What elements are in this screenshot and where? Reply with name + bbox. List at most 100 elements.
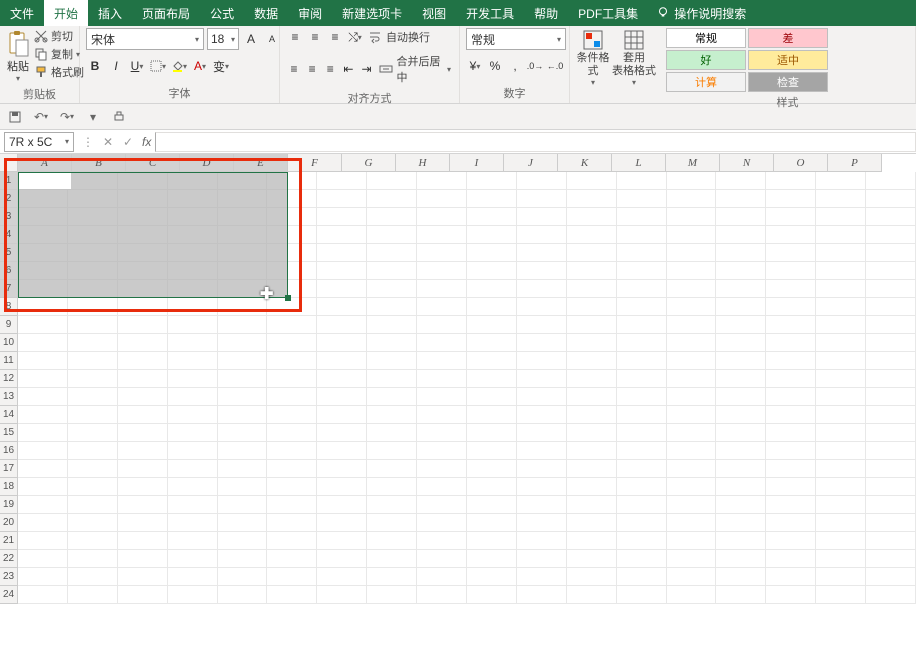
row-header[interactable]: 1	[0, 172, 18, 190]
percent-button[interactable]: %	[486, 57, 504, 75]
cell[interactable]	[617, 172, 667, 190]
cell[interactable]	[567, 334, 617, 352]
cell[interactable]	[168, 352, 218, 370]
cell[interactable]	[367, 478, 417, 496]
bold-button[interactable]: B	[86, 57, 104, 75]
cell[interactable]	[517, 208, 567, 226]
cell[interactable]	[766, 208, 816, 226]
cell[interactable]	[168, 532, 218, 550]
cell[interactable]	[716, 262, 766, 280]
cell[interactable]	[168, 550, 218, 568]
italic-button[interactable]: I	[107, 57, 125, 75]
cell[interactable]	[667, 388, 717, 406]
cell[interactable]	[68, 316, 118, 334]
cell[interactable]	[267, 514, 317, 532]
row-header[interactable]: 20	[0, 514, 18, 532]
cell[interactable]	[567, 298, 617, 316]
font-name-combo[interactable]: 宋体 ▾	[86, 28, 204, 50]
cell[interactable]	[617, 532, 667, 550]
cell[interactable]	[467, 244, 517, 262]
cell[interactable]	[417, 532, 467, 550]
cell[interactable]	[816, 478, 866, 496]
cell[interactable]	[617, 442, 667, 460]
row-header[interactable]: 23	[0, 568, 18, 586]
cell[interactable]	[467, 262, 517, 280]
col-header[interactable]: G	[342, 154, 396, 172]
cell[interactable]	[866, 460, 916, 478]
cell[interactable]	[367, 388, 417, 406]
tab-review[interactable]: 审阅	[288, 0, 332, 26]
cell[interactable]	[367, 550, 417, 568]
cell[interactable]	[617, 406, 667, 424]
column-headers[interactable]: ABCDEFGHIJKLMNOP	[18, 154, 916, 172]
cell[interactable]	[218, 424, 268, 442]
tab-pdf[interactable]: PDF工具集	[568, 0, 648, 26]
cell[interactable]	[267, 478, 317, 496]
row-header[interactable]: 5	[0, 244, 18, 262]
cell[interactable]	[68, 532, 118, 550]
cell[interactable]	[168, 586, 218, 604]
cell[interactable]	[866, 478, 916, 496]
row-header[interactable]: 13	[0, 388, 18, 406]
cell[interactable]	[367, 280, 417, 298]
cell[interactable]	[68, 424, 118, 442]
cell[interactable]	[317, 280, 367, 298]
tab-developer[interactable]: 开发工具	[456, 0, 524, 26]
cell[interactable]	[218, 532, 268, 550]
cell[interactable]	[567, 568, 617, 586]
qat-print-button[interactable]	[110, 108, 128, 126]
row-header[interactable]: 4	[0, 226, 18, 244]
cell[interactable]	[517, 586, 567, 604]
cell[interactable]	[467, 406, 517, 424]
cell[interactable]	[267, 298, 317, 316]
cell[interactable]	[317, 460, 367, 478]
cell[interactable]	[617, 226, 667, 244]
tab-new[interactable]: 新建选项卡	[332, 0, 412, 26]
row-header[interactable]: 6	[0, 262, 18, 280]
cancel-formula-button[interactable]: ✕	[98, 135, 118, 149]
cell[interactable]	[716, 550, 766, 568]
cell[interactable]	[168, 478, 218, 496]
cell[interactable]	[667, 586, 717, 604]
cell[interactable]	[766, 370, 816, 388]
row-header[interactable]: 3	[0, 208, 18, 226]
increase-decimal-button[interactable]: .0→	[526, 57, 544, 75]
cell[interactable]	[716, 370, 766, 388]
decrease-font-button[interactable]: A	[263, 30, 281, 48]
cell[interactable]	[467, 514, 517, 532]
cell[interactable]	[367, 514, 417, 532]
tab-file[interactable]: 文件	[0, 0, 44, 26]
cell[interactable]	[716, 424, 766, 442]
cell[interactable]	[367, 586, 417, 604]
cell[interactable]	[816, 442, 866, 460]
cell[interactable]	[18, 568, 68, 586]
cell[interactable]	[667, 550, 717, 568]
row-header[interactable]: 10	[0, 334, 18, 352]
cell[interactable]	[716, 298, 766, 316]
cell[interactable]	[467, 442, 517, 460]
cell[interactable]	[816, 514, 866, 532]
cell[interactable]	[417, 496, 467, 514]
col-header[interactable]: L	[612, 154, 666, 172]
cell[interactable]	[567, 226, 617, 244]
cell[interactable]	[317, 208, 367, 226]
row-header[interactable]: 8	[0, 298, 18, 316]
row-header[interactable]: 11	[0, 352, 18, 370]
cell[interactable]	[667, 172, 717, 190]
cell[interactable]	[667, 244, 717, 262]
cell[interactable]	[467, 460, 517, 478]
cell[interactable]	[766, 172, 816, 190]
cell[interactable]	[766, 244, 816, 262]
cell[interactable]	[317, 478, 367, 496]
col-header[interactable]: M	[666, 154, 720, 172]
cell[interactable]	[517, 568, 567, 586]
cell[interactable]	[866, 172, 916, 190]
cell[interactable]	[716, 568, 766, 586]
cell[interactable]	[68, 586, 118, 604]
cell[interactable]	[367, 532, 417, 550]
row-header[interactable]: 18	[0, 478, 18, 496]
cell[interactable]	[816, 586, 866, 604]
cell[interactable]	[168, 442, 218, 460]
cell[interactable]	[168, 424, 218, 442]
cell[interactable]	[617, 334, 667, 352]
